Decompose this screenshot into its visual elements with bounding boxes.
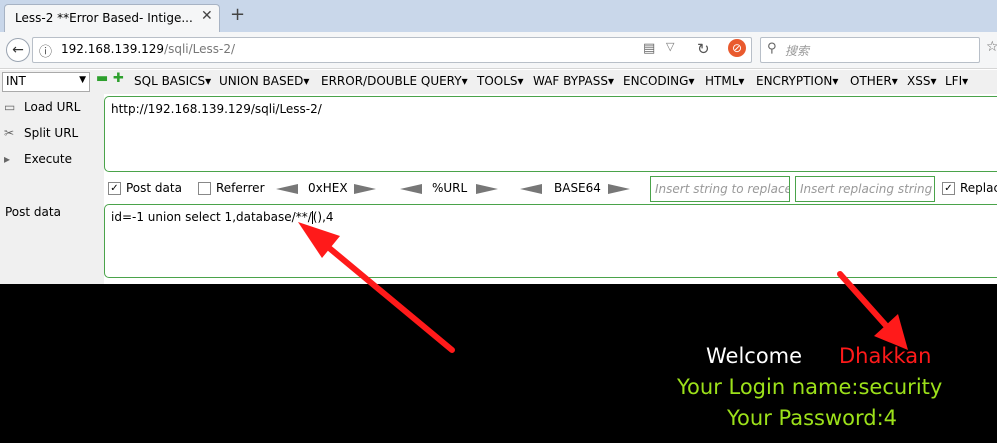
type-select-value: INT [6, 74, 26, 88]
menu-encryption[interactable]: ENCRYPTION▾ [756, 74, 838, 88]
url-decode-arrow-icon[interactable] [400, 184, 422, 194]
load-url-label: Load URL [24, 100, 81, 114]
tab-strip: Less-2 **Error Based- Intige... ✕ + [0, 0, 997, 33]
menu-html[interactable]: HTML▾ [705, 74, 744, 88]
bookmark-star-icon[interactable]: ☆ [986, 39, 997, 55]
insert-string-input[interactable]: Insert string to replace [650, 176, 790, 202]
address-host: 192.168.139.129 [61, 42, 165, 56]
post-data-label: Post data [126, 181, 182, 195]
scissors-icon: ✂ [4, 126, 15, 140]
hex-decode-arrow-icon[interactable] [276, 184, 298, 194]
menu-waf-bypass[interactable]: WAF BYPASS▾ [533, 74, 614, 88]
load-url-button[interactable]: ▭ Load URL [4, 100, 80, 114]
url-encode-arrow-icon[interactable] [476, 184, 498, 194]
play-icon: ▸ [4, 152, 11, 166]
search-box[interactable]: ⚲ 搜索 [760, 37, 980, 63]
minus-icon[interactable]: ▬ [96, 71, 108, 86]
address-path: /sqli/Less-2/ [164, 42, 236, 56]
hex-label: 0xHEX [308, 181, 348, 195]
reload-icon[interactable]: ↻ [697, 40, 710, 58]
url-encode-label: %URL [432, 181, 468, 195]
menu-tools[interactable]: TOOLS▾ [477, 74, 524, 88]
post-data-textarea[interactable]: id=-1 union select 1,database/**/(),4 [104, 204, 997, 278]
url-textarea-value: http://192.168.139.129/sqli/Less-2/ [111, 102, 322, 116]
menu-lfi[interactable]: LFI▾ [945, 74, 968, 88]
base64-label: BASE64 [554, 181, 601, 195]
insert-replacing-input[interactable]: Insert replacing string [795, 176, 935, 202]
menu-encoding[interactable]: ENCODING▾ [623, 74, 694, 88]
referrer-label: Referrer [216, 181, 265, 195]
menu-error-double-query[interactable]: ERROR/DOUBLE QUERY▾ [321, 74, 468, 88]
execute-label: Execute [24, 152, 72, 166]
menu-sql-basics[interactable]: SQL BASICS▾ [134, 74, 211, 88]
post-value-after-caret: (),4 [312, 210, 334, 224]
plus-icon[interactable]: ✚ [113, 71, 124, 86]
load-url-icon: ▭ [4, 100, 16, 114]
page-menu-icon[interactable]: ▤ [643, 41, 655, 56]
options-row: ✓ Post data Referrer 0xHEX %URL BASE64 I… [104, 176, 997, 202]
chevron-down-icon: ▼ [79, 75, 86, 85]
new-tab-icon[interactable]: + [230, 4, 245, 25]
split-url-label: Split URL [24, 126, 79, 140]
page-content: Welcome Dhakkan Your Login name:security… [0, 284, 997, 443]
dropdown-icon[interactable]: ▽ [666, 40, 674, 53]
site-info-icon[interactable]: ⓘ [39, 41, 52, 60]
replace-all-label: Replac [960, 181, 997, 195]
login-name-text: Your Login name:security [677, 375, 943, 399]
user-name-text: Dhakkan [839, 344, 932, 368]
url-textarea[interactable]: http://192.168.139.129/sqli/Less-2/ [104, 96, 997, 172]
hackbar-toolbar: INT ▼ ▬ ✚ SQL BASICS▾ UNION BASED▾ ERROR… [0, 70, 997, 94]
blocker-icon[interactable]: ⊘ [728, 39, 746, 57]
post-data-side-label: Post data [5, 205, 61, 219]
post-value-before-caret: id=-1 union select 1,database/**/ [111, 210, 312, 224]
address-bar[interactable]: ⓘ 192.168.139.129/sqli/Less-2/ ▤ ▽ ↻ [32, 37, 752, 63]
tab-title: Less-2 **Error Based- Intige... [15, 11, 193, 25]
search-icon: ⚲ [767, 41, 777, 56]
menu-union-based[interactable]: UNION BASED▾ [219, 74, 309, 88]
execute-button[interactable]: ▸ Execute [4, 152, 72, 166]
address-text[interactable]: 192.168.139.129/sqli/Less-2/ [61, 42, 235, 56]
hackbar-side-panel: ▭ Load URL ✂ Split URL ▸ Execute [0, 94, 104, 284]
replace-all-checkbox[interactable]: ✓ [942, 182, 955, 195]
referrer-checkbox[interactable] [198, 182, 211, 195]
close-tab-icon[interactable]: ✕ [201, 8, 213, 24]
post-data-value: id=-1 union select 1,database/**/(),4 [111, 210, 334, 224]
password-text: Your Password:4 [727, 406, 898, 430]
browser-tab[interactable]: Less-2 **Error Based- Intige... ✕ [4, 4, 220, 33]
menu-xss[interactable]: XSS▾ [907, 74, 936, 88]
search-placeholder: 搜索 [785, 44, 810, 58]
base64-encode-arrow-icon[interactable] [608, 184, 630, 194]
post-data-checkbox[interactable]: ✓ [108, 182, 121, 195]
type-select[interactable]: INT ▼ [2, 72, 90, 92]
menu-other[interactable]: OTHER▾ [850, 74, 898, 88]
base64-decode-arrow-icon[interactable] [520, 184, 542, 194]
back-button[interactable]: ← [6, 38, 30, 62]
split-url-button[interactable]: ✂ Split URL [4, 126, 78, 140]
hex-encode-arrow-icon[interactable] [354, 184, 376, 194]
navigation-bar: ← ⓘ 192.168.139.129/sqli/Less-2/ ▤ ▽ ↻ ⊘… [0, 32, 997, 69]
welcome-text: Welcome [706, 344, 803, 368]
